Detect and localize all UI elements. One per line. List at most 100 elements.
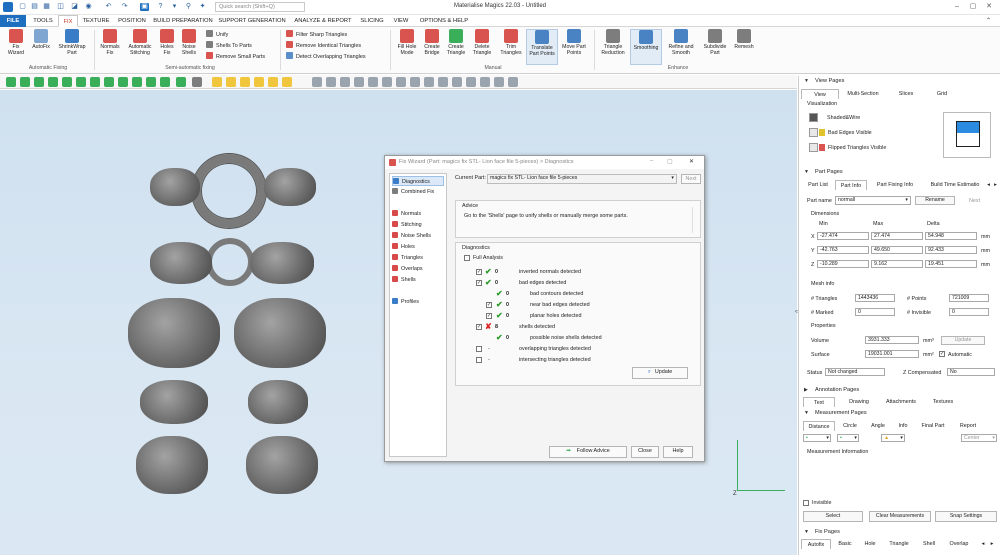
y-max-field[interactable]: 49.650 [871, 246, 923, 254]
pan-icon[interactable] [146, 77, 156, 87]
measure-mode-dropdown[interactable]: ▪ ▾ [837, 434, 859, 442]
clear-measurements-button[interactable]: Clear Measurements [869, 511, 931, 522]
advice-scrollbar[interactable] [692, 207, 698, 233]
measure-type-dropdown[interactable]: ▪ ▾ [803, 434, 831, 442]
nav-shells[interactable]: Shells [392, 275, 416, 285]
bad-edges-toggle[interactable] [809, 128, 818, 137]
dialog-maximize-icon[interactable]: ▢ [667, 158, 673, 165]
extend-mark-icon[interactable] [466, 77, 476, 87]
tab-textures[interactable]: Textures [927, 397, 959, 407]
cube-bottom-icon[interactable] [282, 77, 292, 87]
zoom-out-icon[interactable] [118, 77, 128, 87]
dialog-close-icon[interactable]: ✕ [689, 158, 694, 165]
rename-button[interactable]: Rename [915, 196, 955, 205]
next-part-button[interactable]: Next [969, 198, 980, 204]
invert-mark-icon[interactable] [452, 77, 462, 87]
tab-drawing[interactable]: Drawing [841, 397, 877, 407]
tab-circle[interactable]: Circle [839, 421, 861, 431]
cube-side-icon[interactable] [240, 77, 250, 87]
close-button[interactable]: Close [631, 446, 659, 458]
row-checkbox[interactable]: ✓ [476, 324, 482, 330]
select-button[interactable]: Select [803, 511, 863, 522]
nav-stitching[interactable]: Stitching [392, 220, 422, 230]
tab-part-list[interactable]: Part List [803, 180, 833, 190]
invisible-checkbox[interactable] [803, 500, 809, 506]
z-max-field[interactable]: 9.162 [871, 260, 923, 268]
view-front-icon[interactable] [6, 77, 16, 87]
nav-normals[interactable]: Normals [392, 209, 421, 219]
tab-distance[interactable]: Distance [803, 421, 835, 431]
z-min-field[interactable]: -10.289 [817, 260, 869, 268]
create-bridge-button[interactable]: Create Bridge [421, 29, 443, 65]
refine-and-smooth-button[interactable]: Refine and Smooth [664, 29, 698, 65]
part-pages-header[interactable]: ▼ Part Pages [799, 167, 1000, 177]
tab-multi-section[interactable]: Multi-Section [841, 89, 885, 99]
nav-holes[interactable]: Holes [392, 242, 415, 252]
tab-grid[interactable]: Grid [927, 89, 957, 99]
tab-slicing[interactable]: SLICING [358, 15, 386, 27]
view-right-icon[interactable] [48, 77, 58, 87]
remesh-button[interactable]: Remesh [732, 29, 756, 65]
tab-fix[interactable]: FIX [58, 15, 78, 27]
tab-part-fixing-info[interactable]: Part Fixing Info [871, 180, 919, 190]
cube-back-icon[interactable] [268, 77, 278, 87]
z-delta-field[interactable]: 19.451 [925, 260, 977, 268]
tab-scroll-left-icon[interactable]: ◂ [979, 539, 987, 549]
next-button[interactable]: Next [681, 174, 701, 184]
center-dropdown[interactable]: Center ▾ [961, 434, 997, 442]
flipped-triangles-toggle[interactable] [809, 143, 818, 152]
measure-snap-dropdown[interactable]: ▲ ▾ [881, 434, 905, 442]
tab-autofix[interactable]: Autofix [801, 539, 831, 549]
zoom-fit-icon[interactable] [132, 77, 142, 87]
annotation-pages-header[interactable]: ▶ Annotation Pages [799, 385, 1000, 395]
fix-wizard-button[interactable]: Fix Wizard [4, 29, 28, 65]
surface-select-icon[interactable] [326, 77, 336, 87]
remove-identical-triangles-button[interactable]: Remove Identical Triangles [286, 41, 361, 51]
fill-hole-mode-button[interactable]: Fill Hole Mode [394, 29, 420, 65]
tab-slices[interactable]: Slices [891, 89, 921, 99]
triangle-reduction-button[interactable]: Triangle Reduction [598, 29, 628, 65]
cube-view-icon[interactable] [212, 77, 222, 87]
rotate-icon[interactable] [160, 77, 170, 87]
tab-angle[interactable]: Angle [867, 421, 889, 431]
unmark-icon[interactable] [438, 77, 448, 87]
tab-triangle[interactable]: Triangle [885, 539, 913, 549]
y-min-field[interactable]: -42.763 [817, 246, 869, 254]
snap-settings-button[interactable]: Snap Settings [935, 511, 997, 522]
nav-combined-fix[interactable]: Combined Fix [392, 187, 434, 197]
update-properties-button[interactable]: Update [941, 336, 985, 345]
part-name-select[interactable]: normall ▾ [835, 196, 911, 205]
view-back-icon[interactable] [20, 77, 30, 87]
tab-scroll-right-icon[interactable]: ▸ [992, 180, 999, 190]
x-min-field[interactable]: -27.474 [817, 232, 869, 240]
view-bottom-icon[interactable] [76, 77, 86, 87]
autofix-button[interactable]: AutoFix [29, 29, 53, 65]
tab-scroll-right-icon[interactable]: ▸ [988, 539, 996, 549]
view-left-icon[interactable] [34, 77, 44, 87]
tab-basic[interactable]: Basic [835, 539, 855, 549]
row-checkbox[interactable]: ✓ [486, 313, 492, 319]
select-part-icon[interactable] [176, 77, 186, 87]
noise-shells-button[interactable]: Noise Shells [178, 29, 200, 65]
tab-annotation-text[interactable]: Text [803, 397, 835, 407]
row-checkbox[interactable]: ✓ [476, 269, 482, 275]
tab-position[interactable]: POSITION [114, 15, 150, 27]
fix-pages-header[interactable]: ▼ Fix Pages [799, 527, 1000, 537]
tab-attachments[interactable]: Attachments [881, 397, 921, 407]
unify-button[interactable]: Unify [206, 30, 228, 40]
create-triangle-button[interactable]: Create Triangle [444, 29, 468, 65]
tab-view-page[interactable]: View [801, 89, 839, 99]
view-iso-icon[interactable] [90, 77, 100, 87]
update-button[interactable]: ⌕ Update [632, 367, 688, 379]
measurement-pages-header[interactable]: ▼ Measurement Pages [799, 408, 1000, 418]
remove-small-parts-button[interactable]: Remove Small Parts [206, 52, 265, 62]
tab-tools[interactable]: TOOLS [28, 15, 58, 27]
row-checkbox[interactable]: ✓ [486, 302, 492, 308]
nav-diagnostics[interactable]: Diagnostics [392, 176, 444, 186]
automatic-checkbox[interactable]: ✓ [939, 351, 945, 357]
tab-part-info[interactable]: Part Info [835, 180, 867, 190]
brush-select-icon[interactable] [410, 77, 420, 87]
cylinder-select-icon[interactable] [368, 77, 378, 87]
tab-scroll-left-icon[interactable]: ◂ [985, 180, 992, 190]
current-part-select[interactable]: magics fix STL- Lion face file 5-pieces ▾ [487, 174, 677, 184]
